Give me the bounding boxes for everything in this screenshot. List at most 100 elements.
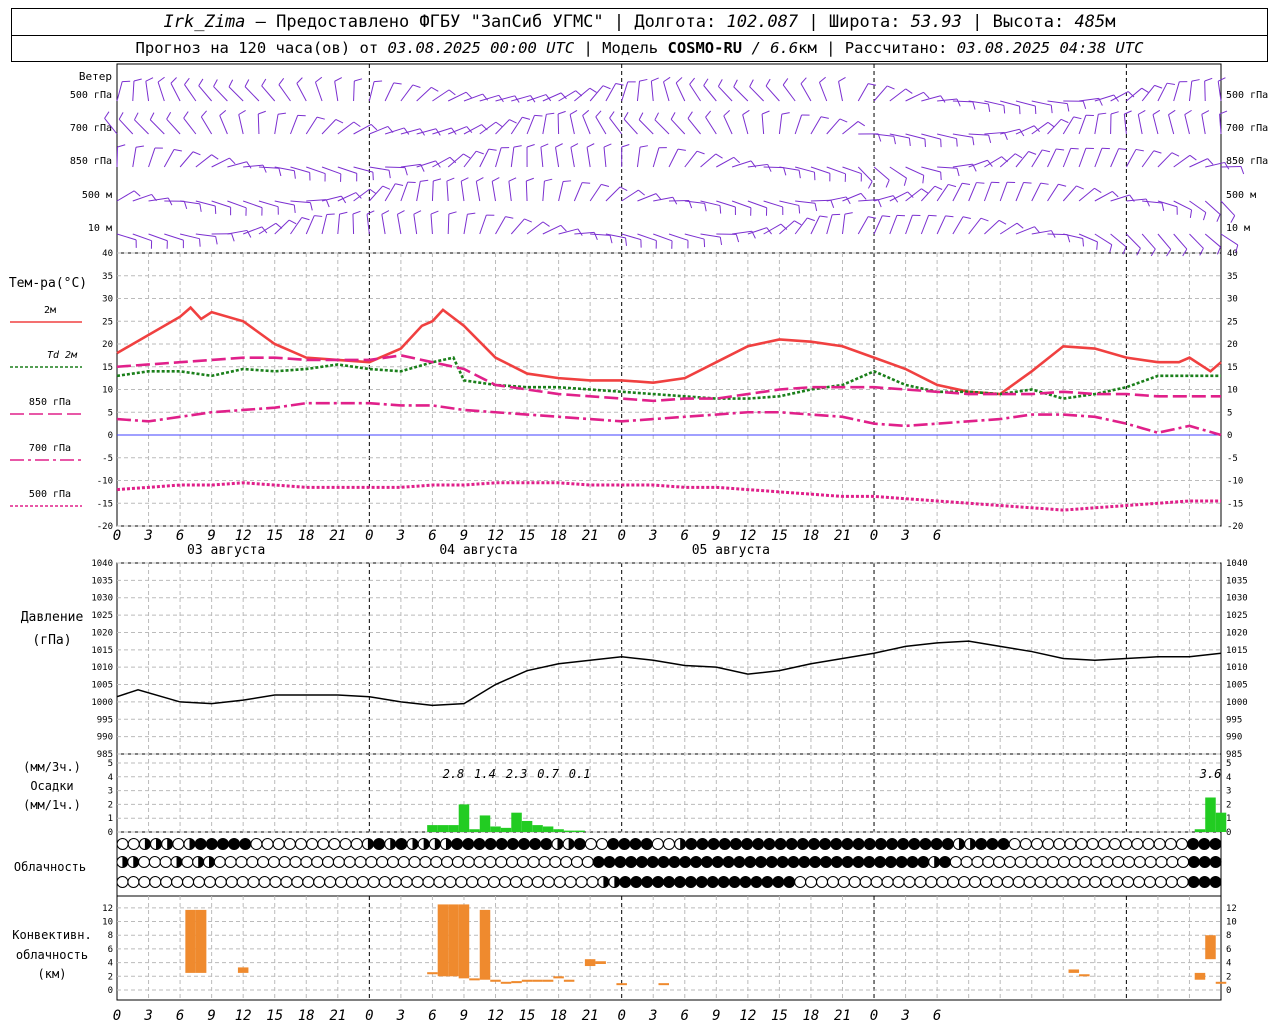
wind-barb-flag xyxy=(133,78,142,82)
cloud-cover-icon xyxy=(488,876,501,888)
wind-barb xyxy=(416,87,432,102)
wind-barb-flag xyxy=(1189,154,1197,161)
cloud-cover-half xyxy=(144,838,151,850)
cloud-cover-icon xyxy=(473,838,486,850)
wind-level-left: 700 гПа xyxy=(70,123,112,134)
wind-barb-flag xyxy=(1153,150,1162,154)
hour-label-bottom: 3 xyxy=(396,1008,405,1024)
pressure-tick-left: 1030 xyxy=(91,594,113,604)
cloud-cover-half xyxy=(568,838,575,850)
wind-barb xyxy=(810,116,822,135)
wind-barb xyxy=(621,233,642,241)
cloud-cover-icon xyxy=(897,838,910,850)
cloud-cover-icon xyxy=(313,876,326,888)
wind-barb-flag xyxy=(670,112,676,120)
wind-barb xyxy=(296,83,307,102)
wind-barb xyxy=(569,114,575,135)
wind-barb xyxy=(558,228,579,235)
wind-barb-flag xyxy=(1042,149,1051,153)
cloud-cover-icon xyxy=(1209,838,1222,850)
cloud-cover-icon xyxy=(728,876,741,888)
wind-barb-flag xyxy=(166,111,172,120)
wind-barb-flag xyxy=(301,217,310,221)
cloud-cover-icon xyxy=(451,856,464,868)
hour-label-bottom: 0 xyxy=(617,1008,625,1024)
wind-barb-flag xyxy=(1066,103,1070,112)
wind-barb xyxy=(800,83,812,102)
wind-barb xyxy=(432,156,451,168)
cloud-cover-icon xyxy=(903,876,916,888)
wind-barb xyxy=(1173,200,1192,211)
wind-barb-flag xyxy=(1003,105,1006,114)
wind-barb-flag xyxy=(413,210,422,215)
wind-barb-flag xyxy=(719,205,722,214)
wind-barb xyxy=(1062,185,1077,202)
wind-barb xyxy=(257,113,260,135)
cloud-cover-icon xyxy=(596,838,609,850)
cloud-cover-icon xyxy=(575,876,588,888)
cloud-cover-icon xyxy=(892,876,905,888)
cloud-cover-icon xyxy=(246,856,259,868)
wind-barb-flag xyxy=(393,82,402,85)
wind-barb xyxy=(663,81,670,102)
wind-barb-flag xyxy=(1166,82,1175,85)
wind-barb xyxy=(921,166,941,173)
wind-barb-flag xyxy=(922,175,925,184)
wind-barb xyxy=(1157,82,1168,102)
cloud-cover-icon xyxy=(629,838,642,850)
pressure-tick-left: 1040 xyxy=(91,559,113,569)
cloud-cover-icon xyxy=(224,856,237,868)
cloud-cover-icon xyxy=(863,838,876,850)
wind-barb-flag xyxy=(1201,110,1210,115)
wind-barb-flag xyxy=(948,183,957,188)
wind-barb-flag xyxy=(908,137,911,147)
conv-tick-left: 12 xyxy=(102,904,113,914)
cloud-cover-icon xyxy=(553,876,566,888)
precip-total-label: 2.8 xyxy=(443,767,465,781)
wind-barb xyxy=(605,83,617,102)
wind-barb-flag xyxy=(886,85,895,90)
conv-tick-left: 10 xyxy=(102,918,113,928)
wind-barb xyxy=(132,81,135,102)
cloud-cover-icon xyxy=(586,876,599,888)
precip-tick-left: 3 xyxy=(108,787,113,797)
cloud-cover-icon xyxy=(236,876,249,888)
wind-barb xyxy=(555,147,560,168)
temp-legend-label: 2м xyxy=(44,305,56,316)
wind-barb xyxy=(132,147,137,168)
wind-barb-flag xyxy=(199,238,201,247)
wind-barb-flag xyxy=(602,85,611,90)
wind-barb xyxy=(761,114,765,135)
cloud-cover-icon xyxy=(182,876,195,888)
wind-barb-flag xyxy=(366,210,375,215)
cloud-cover-icon xyxy=(848,876,861,888)
wind-barb xyxy=(447,91,467,102)
wind-barb xyxy=(228,86,244,102)
wind-barb-flag xyxy=(1034,226,1041,234)
temp-tick-left: -15 xyxy=(97,499,113,509)
wind-barb xyxy=(353,123,372,135)
wind-barb xyxy=(491,181,497,202)
cloud-cover-half xyxy=(557,838,563,850)
cloud-cover-icon xyxy=(1067,876,1080,888)
cloud-cover-icon xyxy=(625,856,638,868)
wind-barb xyxy=(211,157,230,168)
precip-bar xyxy=(469,829,480,832)
wind-barb xyxy=(510,147,515,168)
wind-barb xyxy=(747,227,767,235)
wind-barb-flag xyxy=(540,143,549,148)
wind-barb xyxy=(1168,114,1175,135)
cloud-cover-icon xyxy=(765,856,778,868)
wind-barb-flag xyxy=(867,181,873,189)
conv-cloud-bar xyxy=(532,979,543,982)
conv-title-1: Конвективн. xyxy=(12,928,91,942)
cloud-cover-icon xyxy=(1209,876,1222,888)
cloud-cover-icon xyxy=(444,876,457,888)
cloud-cover-icon xyxy=(763,838,776,850)
precip-bar xyxy=(511,812,522,832)
cloud-cover-half xyxy=(122,856,128,868)
cloud-cover-icon xyxy=(422,876,435,888)
wind-barb-flag xyxy=(988,135,992,144)
cloud-cover-icon xyxy=(205,838,218,850)
wind-barb-flag xyxy=(1207,158,1214,165)
